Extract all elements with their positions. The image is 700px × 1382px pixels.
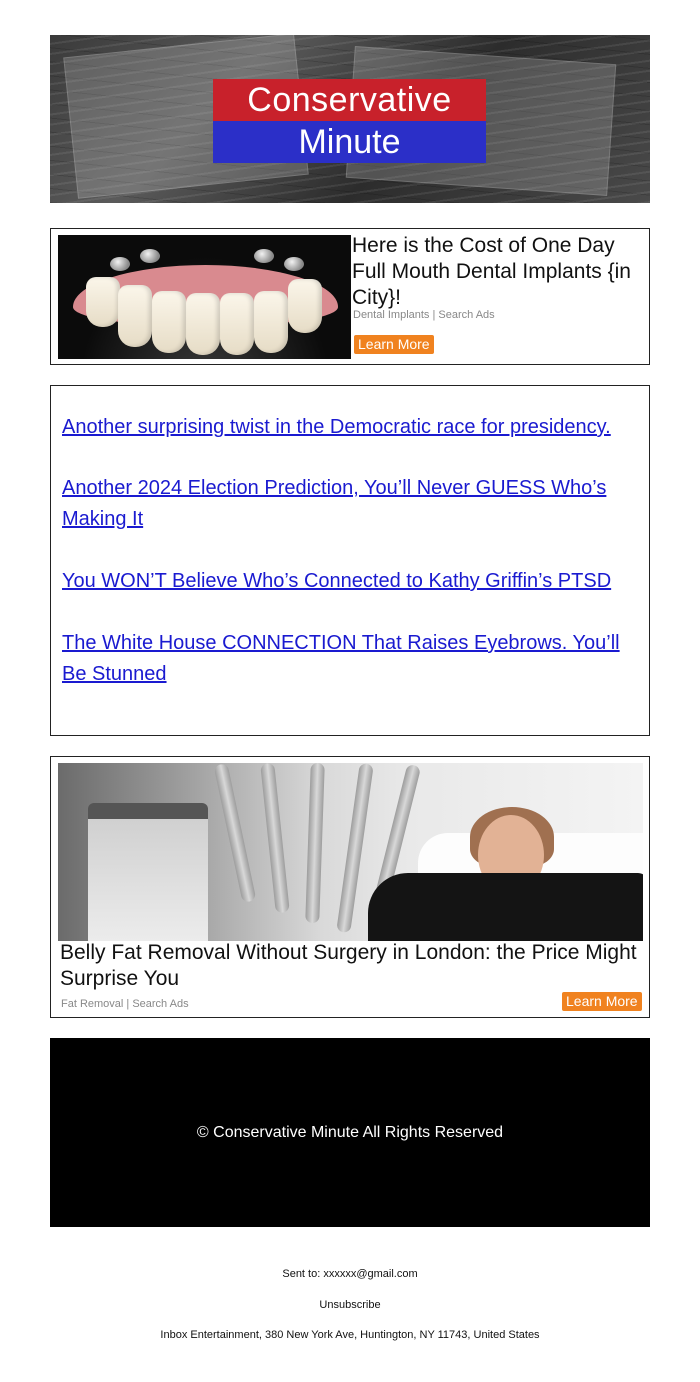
fat-removal-image[interactable] (58, 763, 643, 941)
tooth (254, 291, 288, 353)
implant-post (254, 249, 274, 263)
sent-to-label: Sent to: (282, 1268, 321, 1280)
treatment-machine (88, 803, 208, 941)
implant-post (284, 257, 304, 271)
ad-headline[interactable]: Here is the Cost of One Day Full Mouth D… (352, 233, 642, 311)
dental-implants-image[interactable] (58, 235, 351, 359)
article-link[interactable]: Another surprising twist in the Democrat… (62, 412, 642, 443)
tooth (220, 293, 254, 355)
ad-source: Fat Removal | Search Ads (61, 998, 189, 1010)
article-link[interactable]: The White House CONNECTION That Raises E… (62, 628, 642, 690)
logo-line2: Minute (213, 121, 486, 163)
article-links: Another surprising twist in the Democrat… (50, 385, 650, 736)
machine-hose (213, 763, 257, 903)
sent-to-line: Sent to: xxxxxx@gmail.com (0, 1268, 700, 1280)
tooth (86, 277, 120, 327)
patient-clothing (368, 873, 643, 941)
learn-more-button[interactable]: Learn More (354, 335, 434, 354)
article-link[interactable]: You WON’T Believe Who’s Connected to Kat… (62, 566, 642, 597)
tooth (186, 293, 220, 355)
machine-hose (260, 763, 290, 914)
ad-source: Dental Implants | Search Ads (353, 309, 495, 321)
copyright-text: © Conservative Minute All Rights Reserve… (196, 1124, 504, 1141)
sent-to-email: xxxxxx@gmail.com (323, 1268, 418, 1280)
fat-removal-ad[interactable]: Belly Fat Removal Without Surgery in Lon… (50, 756, 650, 1018)
unsubscribe-link[interactable]: Unsubscribe (0, 1299, 700, 1311)
article-link[interactable]: Another 2024 Election Prediction, You’ll… (62, 473, 642, 535)
header-banner: Conservative Minute (50, 35, 650, 203)
ad-headline[interactable]: Belly Fat Removal Without Surgery in Lon… (60, 940, 645, 992)
site-logo[interactable]: Conservative Minute (213, 79, 486, 163)
dental-implants-ad[interactable]: Here is the Cost of One Day Full Mouth D… (50, 228, 650, 365)
machine-hose (305, 763, 325, 924)
learn-more-button[interactable]: Learn More (562, 992, 642, 1011)
implant-post (110, 257, 130, 271)
logo-line1: Conservative (213, 79, 486, 121)
tooth (288, 279, 322, 333)
tooth (118, 285, 152, 347)
mailing-address: Inbox Entertainment, 380 New York Ave, H… (160, 1329, 540, 1341)
implant-post (140, 249, 160, 263)
tooth (152, 291, 186, 353)
footer: © Conservative Minute All Rights Reserve… (50, 1038, 650, 1227)
